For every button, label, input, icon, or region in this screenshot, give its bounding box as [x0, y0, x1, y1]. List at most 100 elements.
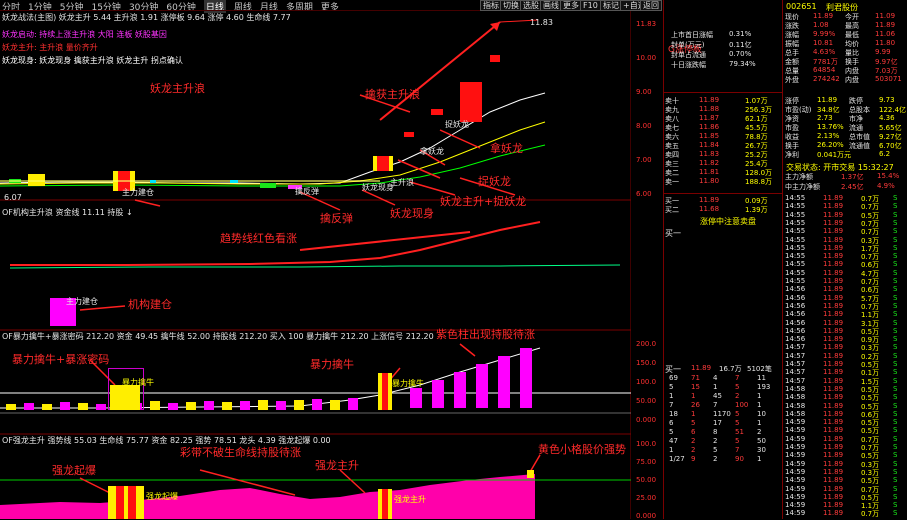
fenbi-cell: 69: [669, 374, 678, 382]
tick-price: 11.89: [823, 351, 844, 360]
tick-price: 11.89: [823, 310, 844, 319]
axis-tick: 25.00: [636, 494, 657, 502]
ask-price: 11.86: [699, 123, 720, 131]
tag-value: 11.89: [817, 96, 838, 104]
tick-side: S: [893, 218, 898, 227]
tick-side: S: [893, 409, 898, 418]
flow-pct: 4.9%: [877, 182, 895, 190]
fenbi-header-cell: 5102笔: [747, 365, 772, 373]
qibao-bar: [128, 486, 136, 519]
purple-bar: [520, 348, 532, 408]
quote-value: 11.80: [875, 39, 896, 47]
ann-jigou: 机构建仓: [128, 298, 172, 311]
tick-time: 14:55: [785, 235, 806, 244]
fenbi-cell: 2: [713, 437, 718, 445]
tick-time: 14:59: [785, 492, 806, 501]
candle: [404, 132, 414, 137]
stat-value: 0.11亿: [729, 41, 752, 49]
ask-price: 11.82: [699, 159, 720, 167]
tick-time: 14:57: [785, 351, 806, 360]
ask-price: 11.81: [699, 168, 720, 176]
fenbi-cell: 1: [757, 401, 762, 409]
fenbi-cell: 9: [691, 455, 696, 463]
ann-zise: 紫色柱出现持股待涨: [436, 328, 535, 341]
indicator-bar: [60, 402, 70, 410]
ann-nayaolong: 拿妖龙: [490, 142, 523, 155]
ann-caidai: 彩带不破生命线持股待涨: [180, 446, 301, 459]
tick-price: 11.89: [823, 451, 844, 460]
bid-price: 11.89: [699, 196, 720, 204]
tag-value: 0.041万元: [817, 151, 852, 159]
fenbi-cell: 6: [691, 428, 696, 436]
tick-time: 14:58: [785, 393, 806, 402]
tick-side: S: [893, 492, 898, 501]
fenbi-header-cell: 11.89: [691, 364, 712, 372]
qibao-bar: [116, 486, 124, 519]
ann-qushi: 趋势线红色看涨: [220, 232, 297, 245]
tick-side: S: [893, 243, 898, 252]
indicator-bar: [312, 399, 322, 410]
tick-time: 14:55: [785, 194, 806, 202]
tick-side: S: [893, 301, 898, 310]
divider: [663, 0, 664, 519]
tick-price: 11.89: [823, 268, 844, 277]
fenbi-cell: 2: [735, 392, 740, 400]
tick-price: 11.89: [823, 318, 844, 327]
fenbi-cell: 45: [713, 392, 722, 400]
indicator-bar: [240, 401, 250, 410]
stat-label: 上市首日涨幅: [671, 31, 713, 39]
stat-value: 0.70%: [729, 50, 752, 58]
quote-value: 11.89: [813, 12, 834, 20]
label-nayaolong-small: 拿妖龙: [420, 147, 444, 156]
indicator-bar: [24, 403, 34, 410]
divider: [663, 193, 782, 194]
candle: [260, 183, 276, 188]
fenbi-cell: 30: [757, 446, 766, 454]
tick-price: 11.89: [823, 202, 844, 211]
price-high: 11.83: [530, 18, 553, 27]
fenbi-cell: 1/27: [669, 455, 685, 463]
quote-label: 外盘: [785, 76, 799, 84]
tick-price: 11.89: [823, 409, 844, 418]
quote-value: 1.08: [813, 21, 829, 29]
quote-value: 11.09: [875, 12, 896, 20]
tick-side: S: [893, 202, 898, 211]
tick-time: 14:56: [785, 310, 806, 319]
flow-value: 1.37亿: [841, 173, 864, 181]
axis-tick: 200.0: [636, 340, 657, 348]
tick-price: 11.89: [823, 360, 844, 368]
baoli-bar: [382, 373, 388, 410]
ask-price: 11.83: [699, 150, 720, 158]
fenbi-cell: 5: [669, 428, 674, 436]
tick-side: S: [893, 467, 898, 476]
tick-time: 14:55: [785, 227, 806, 236]
tick-side: S: [893, 484, 898, 493]
fenbi-cell: 1: [757, 419, 762, 427]
ann-baoli: 暴力擒牛: [310, 358, 354, 371]
fenbi-label: 买一: [665, 229, 681, 238]
tag-value: 13.76%: [817, 123, 844, 131]
tick-side: S: [893, 318, 898, 327]
fenbi-cell: 5: [669, 383, 674, 391]
fenbi-cell: 47: [669, 437, 678, 445]
quote-value: 10.81: [813, 39, 834, 47]
tick-time: 14:56: [785, 285, 806, 294]
indicator-bar: [348, 398, 358, 410]
axis-tick: 7.00: [636, 156, 652, 164]
fenbi-header-cell: 16.7万: [719, 365, 742, 373]
tick-price: 11.89: [823, 476, 844, 485]
fenbi-cell: 4: [713, 374, 718, 382]
tick-time: 14:55: [785, 277, 806, 285]
tick-time: 14:59: [785, 426, 806, 435]
tick-side: S: [893, 459, 898, 468]
tick-vol: 0.7万: [861, 510, 880, 519]
tick-time: 14:58: [785, 384, 806, 393]
candle: [150, 180, 156, 183]
fenbi-cell: 7: [713, 401, 718, 409]
tick-price: 11.89: [823, 218, 844, 227]
fenbi-cell: 6: [669, 419, 674, 427]
tag-value: 4.36: [879, 114, 895, 122]
fenbi-cell: 5: [735, 410, 740, 418]
toolbar-button[interactable]: 返回: [640, 0, 662, 11]
axis-tick: 100.0: [636, 440, 657, 448]
